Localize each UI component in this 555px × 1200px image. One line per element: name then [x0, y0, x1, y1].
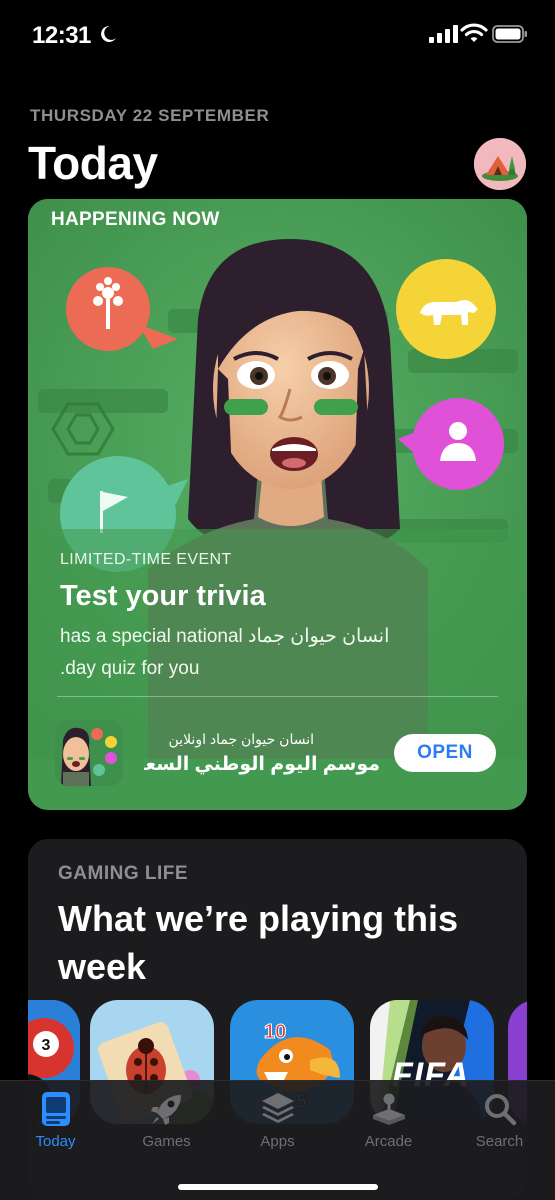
- tab-bar: Today Games Apps Arcade Search: [0, 1080, 555, 1200]
- tab-apps[interactable]: Apps: [222, 1081, 333, 1161]
- tab-label: Search: [475, 1133, 524, 1150]
- happening-now-label: HAPPENING NOW: [51, 209, 220, 230]
- event-kicker: LIMITED-TIME EVENT: [60, 551, 232, 568]
- date-label: THURSDAY 22 SEPTEMBER: [30, 106, 270, 125]
- tab-today[interactable]: Today: [0, 1081, 111, 1161]
- app-icon[interactable]: [55, 720, 123, 786]
- wifi-icon: [460, 23, 488, 42]
- tab-games[interactable]: Games: [111, 1081, 222, 1161]
- open-app-button[interactable]: OPEN: [394, 734, 496, 772]
- event-description-line: day quiz for you.: [60, 658, 200, 679]
- event-title: Test your trivia: [60, 580, 266, 612]
- bear-bubble-icon: [396, 259, 496, 359]
- apps-stack-icon: [262, 1093, 294, 1123]
- app-name: موسم اليوم الوطني السعودي: [144, 754, 380, 775]
- today-icon: [42, 1092, 70, 1126]
- tab-label: Arcade: [364, 1133, 413, 1150]
- app-store-today-screen: 12:31 THURSDAY 22 SEPTEMBER Today HAPPEN…: [0, 0, 555, 1200]
- tab-arcade[interactable]: Arcade: [333, 1081, 444, 1161]
- tab-search[interactable]: Search: [444, 1081, 555, 1161]
- status-bar: 12:31: [0, 0, 555, 70]
- tab-label: Games: [142, 1133, 191, 1150]
- battery-icon: [492, 25, 527, 43]
- event-description-line: انسان حيوان جماد has a special national: [60, 626, 390, 647]
- search-icon: [485, 1094, 517, 1126]
- app-subtitle: انسان حيوان جماد اونلاين: [168, 731, 314, 747]
- page-title: Today: [28, 137, 158, 189]
- tab-label: Today: [35, 1133, 76, 1150]
- gaming-kicker: GAMING LIFE: [58, 863, 189, 884]
- card-divider: [57, 696, 498, 697]
- status-time: 12:31: [32, 22, 91, 49]
- joystick-icon: [373, 1093, 405, 1125]
- svg-text:10: 10: [264, 1021, 286, 1043]
- event-description: انسان حيوان جماد has a special national …: [60, 621, 480, 685]
- focus-moon-icon: [101, 25, 116, 42]
- account-avatar[interactable]: [474, 138, 526, 190]
- camping-tent-icon: [474, 138, 526, 190]
- svg-text:3: 3: [42, 1037, 51, 1054]
- trivia-app-icon: [55, 720, 123, 786]
- featured-event-card[interactable]: HAPPENING NOW LIMITED-TIME EVENT Test yo…: [28, 199, 527, 810]
- gaming-title: What we’re playing this week: [58, 898, 459, 987]
- home-indicator[interactable]: [178, 1184, 378, 1190]
- tab-label: Apps: [260, 1133, 295, 1150]
- rocket-icon: [151, 1095, 181, 1125]
- cellular-signal-icon: [429, 25, 458, 43]
